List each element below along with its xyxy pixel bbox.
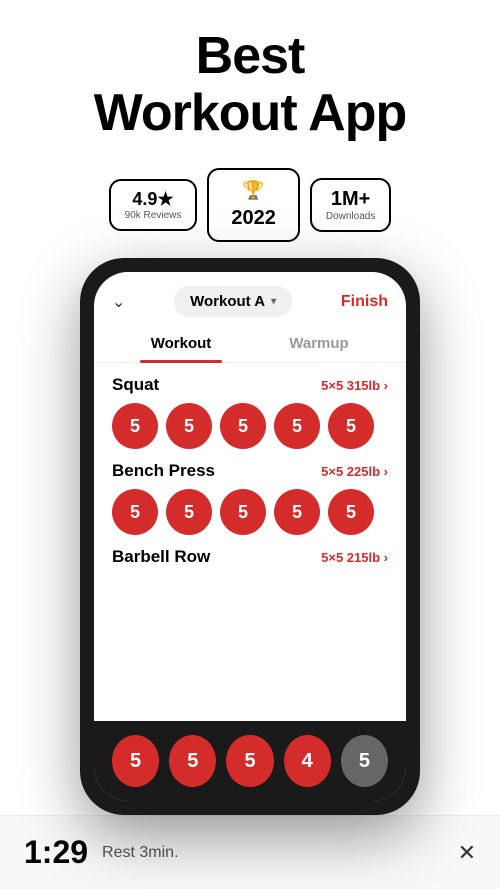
exercise-meta-barbellrow[interactable]: 5×5 215lb › <box>321 550 388 565</box>
set-circle[interactable]: 5 <box>112 489 158 535</box>
badges-row: 4.9★ 90k Reviews 🏆 2022 1M+ Downloads <box>89 158 412 258</box>
phone-screen: ⌄ Workout A ▾ Finish Workout Warmup Squa… <box>94 272 406 801</box>
exercise-name-barbellrow: Barbell Row <box>112 547 210 567</box>
bottom-set-circle-3[interactable]: 5 <box>226 735 273 787</box>
set-circle[interactable]: 5 <box>166 489 212 535</box>
set-circle[interactable]: 5 <box>220 489 266 535</box>
exercise-meta-benchpress[interactable]: 5×5 225lb › <box>321 464 388 479</box>
app-bar: ⌄ Workout A ▾ Finish <box>94 272 406 325</box>
badge-award: 🏆 2022 <box>207 168 300 242</box>
bottom-set-circle-4[interactable]: 4 <box>284 735 331 787</box>
trophy-icon: 🏆 <box>242 180 264 201</box>
exercise-name-benchpress: Bench Press <box>112 461 215 481</box>
timer-left: 1:29 Rest 3min. <box>24 834 179 871</box>
chevron-down-icon[interactable]: ⌄ <box>112 292 125 312</box>
selector-chevron-icon: ▾ <box>271 296 276 307</box>
workout-selector[interactable]: Workout A ▾ <box>174 286 292 317</box>
sets-row-squat: 5 5 5 5 5 <box>112 403 388 449</box>
bottom-set-circle-1[interactable]: 5 <box>112 735 159 787</box>
badge-downloads: 1M+ Downloads <box>310 178 391 232</box>
set-circle[interactable]: 5 <box>166 403 212 449</box>
exercise-row-squat: Squat 5×5 315lb › <box>112 375 388 395</box>
tabs-bar: Workout Warmup <box>94 325 406 363</box>
set-circle[interactable]: 5 <box>274 489 320 535</box>
exercise-row-barbellrow: Barbell Row 5×5 215lb › <box>112 547 388 567</box>
rest-timer: 1:29 Rest 3min. ✕ <box>0 815 500 889</box>
set-circle[interactable]: 5 <box>220 403 266 449</box>
award-year: 2022 <box>231 207 276 230</box>
rating-reviews: 90k Reviews <box>125 210 182 221</box>
badge-rating: 4.9★ 90k Reviews <box>109 179 198 231</box>
exercise-meta-squat[interactable]: 5×5 315lb › <box>321 378 388 393</box>
phone-mockup: ⌄ Workout A ▾ Finish Workout Warmup Squa… <box>80 258 420 815</box>
bottom-sets-bar: 5 5 5 4 5 <box>94 721 406 801</box>
app-title: Best Workout App <box>30 28 470 142</box>
finish-button[interactable]: Finish <box>341 293 388 311</box>
set-circle[interactable]: 5 <box>112 403 158 449</box>
downloads-label: Downloads <box>326 211 375 222</box>
downloads-count: 1M+ <box>331 188 370 211</box>
workout-selector-label: Workout A <box>190 293 265 310</box>
header-section: Best Workout App <box>0 0 500 158</box>
tab-workout[interactable]: Workout <box>112 325 250 362</box>
rating-score: 4.9★ <box>132 189 173 210</box>
rating-stars: 4.9★ <box>132 189 173 210</box>
timer-close-button[interactable]: ✕ <box>458 840 476 866</box>
timer-time: 1:29 <box>24 834 88 871</box>
exercise-row-benchpress: Bench Press 5×5 225lb › <box>112 461 388 481</box>
tab-warmup[interactable]: Warmup <box>250 325 388 362</box>
set-circle[interactable]: 5 <box>274 403 320 449</box>
set-circle[interactable]: 5 <box>328 403 374 449</box>
exercise-section: Squat 5×5 315lb › 5 5 5 5 5 Bench Press … <box>94 369 406 721</box>
exercise-name-squat: Squat <box>112 375 159 395</box>
timer-label: Rest 3min. <box>102 844 178 862</box>
sets-row-benchpress: 5 5 5 5 5 <box>112 489 388 535</box>
set-circle[interactable]: 5 <box>328 489 374 535</box>
bottom-set-circle-5[interactable]: 5 <box>341 735 388 787</box>
bottom-set-circle-2[interactable]: 5 <box>169 735 216 787</box>
